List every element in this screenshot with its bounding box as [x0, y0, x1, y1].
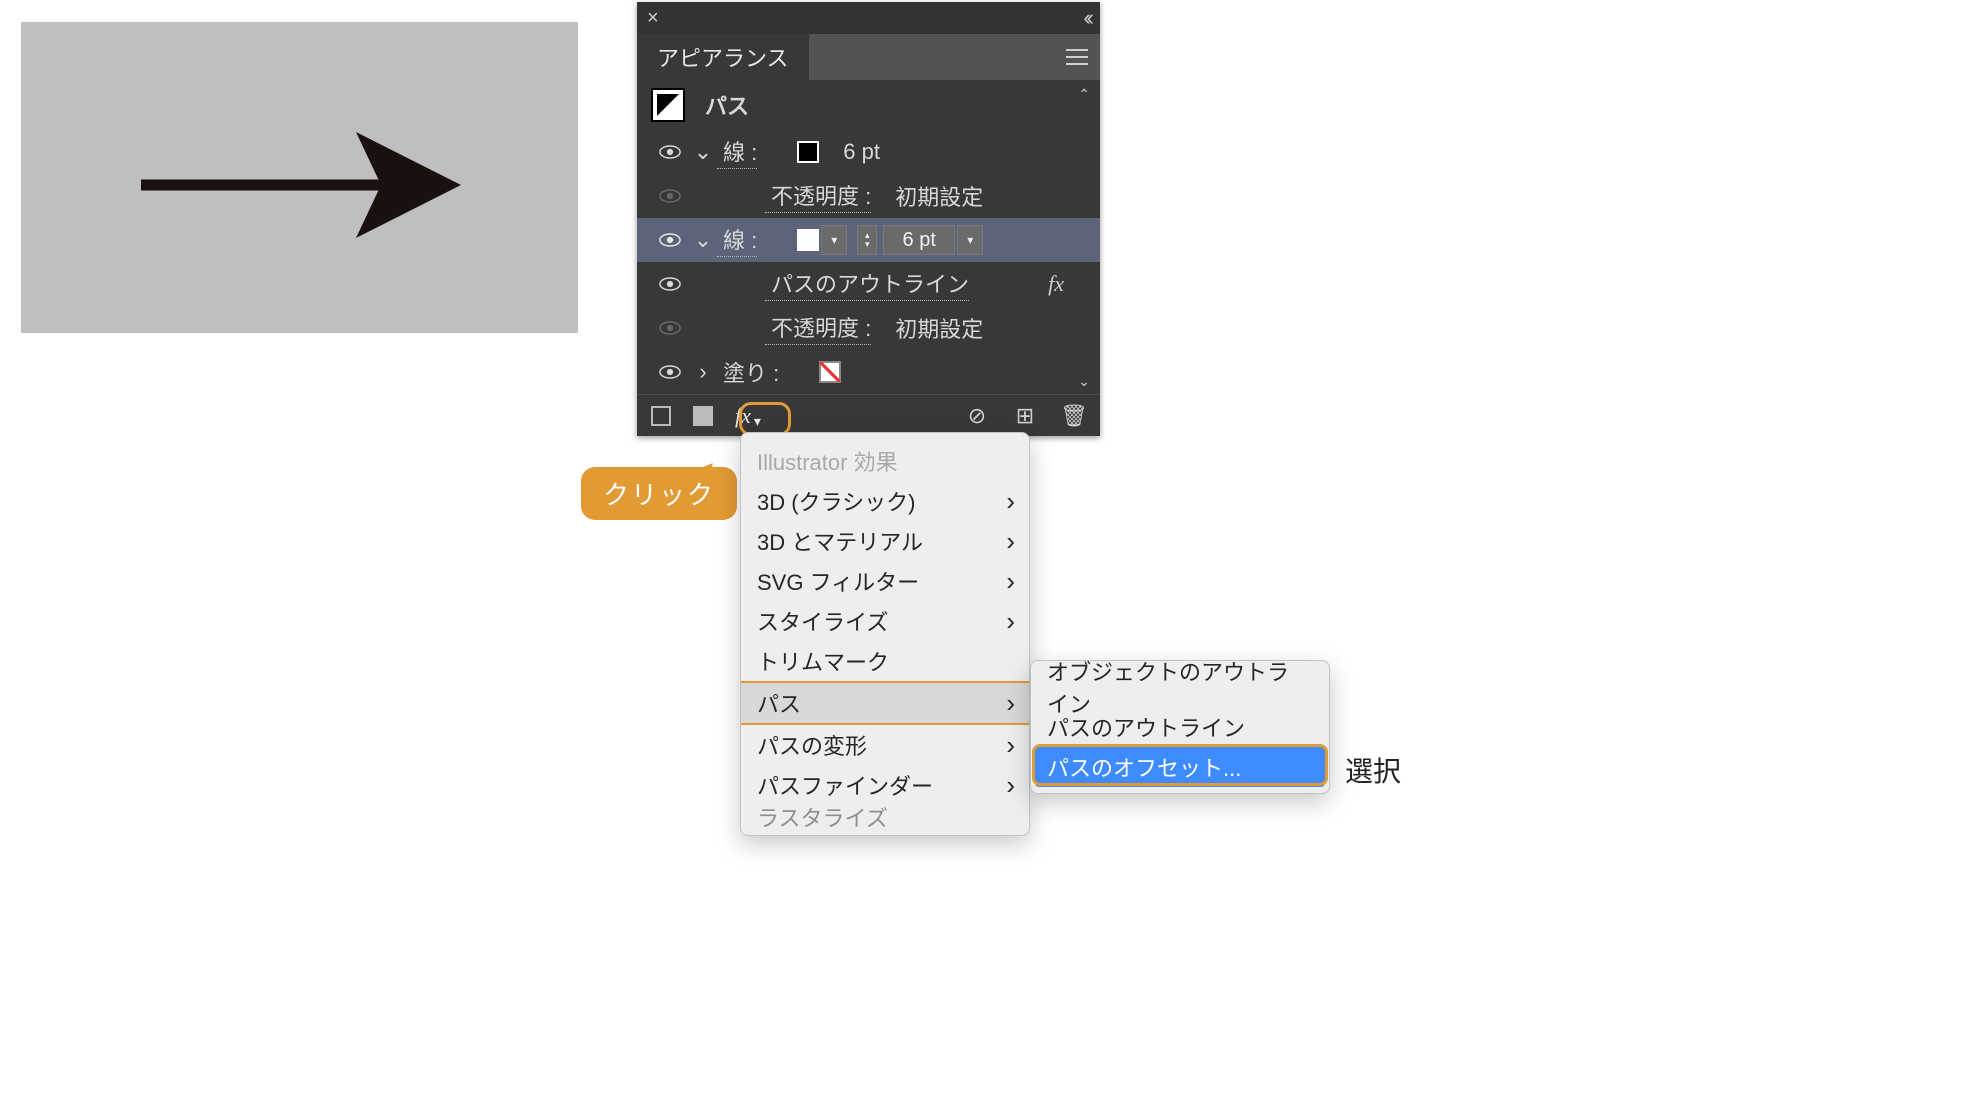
disclosure-icon[interactable]: ⌄: [689, 227, 717, 253]
artboard-preview: [21, 22, 578, 333]
appearance-panel: × ‹‹ アピアランス パス ⌃ ⌄ 線 : 6 pt: [637, 2, 1100, 436]
collapse-icon[interactable]: ‹‹: [1083, 5, 1090, 31]
tab-appearance[interactable]: アピアランス: [637, 34, 809, 80]
disclosure-icon[interactable]: ⌄: [689, 139, 717, 165]
row-value: 初期設定: [895, 312, 983, 344]
menu-item-pathfinder[interactable]: パスファインダー: [741, 765, 1029, 805]
new-art-has-basic-icon[interactable]: [693, 406, 713, 426]
clear-appearance-icon[interactable]: ⊘: [964, 403, 990, 429]
menu-item-rasterize[interactable]: ラスタライズ: [741, 805, 1029, 829]
submenu-item-object-outline[interactable]: オブジェクトのアウトライン: [1031, 667, 1329, 707]
annotation-label: 選択: [1345, 750, 1401, 790]
callout-label: クリック: [603, 480, 715, 510]
row-label: 線 :: [717, 223, 757, 257]
row-value: 初期設定: [895, 180, 983, 212]
visibility-icon[interactable]: [651, 189, 689, 203]
visibility-icon[interactable]: [651, 233, 689, 247]
stroke-swatch[interactable]: [797, 141, 819, 163]
visibility-icon[interactable]: [651, 321, 689, 335]
panel-menu-button[interactable]: [1054, 34, 1100, 80]
opacity-row-1[interactable]: 不透明度 : 初期設定: [637, 174, 1100, 218]
delete-item-icon[interactable]: 🗑: [1060, 403, 1086, 429]
row-label: 塗り :: [717, 356, 779, 388]
visibility-icon[interactable]: [651, 277, 689, 291]
visibility-icon[interactable]: [651, 365, 689, 379]
annotation-highlight: [1032, 744, 1328, 786]
duplicate-item-icon[interactable]: ⊞: [1012, 403, 1038, 429]
menu-item-stylize[interactable]: スタイライズ: [741, 601, 1029, 641]
menu-item-distort[interactable]: パスの変形: [741, 725, 1029, 765]
stroke-row-2[interactable]: ⌄ 線 : ▾ ▴▾ 6 pt ▾: [637, 218, 1100, 262]
menu-item-3d-material[interactable]: 3D とマテリアル: [741, 521, 1029, 561]
row-label: 不透明度 :: [765, 179, 871, 213]
row-label: 線 :: [717, 135, 757, 169]
swatch-dropdown[interactable]: ▾: [821, 225, 847, 255]
tab-label: アピアランス: [657, 41, 789, 73]
close-icon[interactable]: ×: [647, 9, 665, 27]
row-value: 6 pt: [843, 139, 880, 165]
effects-menu: Illustrator 効果 3D (クラシック) 3D とマテリアル SVG …: [740, 432, 1030, 836]
weight-dropdown[interactable]: ▾: [957, 225, 983, 255]
fx-icon: fx: [1048, 271, 1086, 297]
hamburger-icon: [1066, 56, 1088, 58]
object-row: パス ⌃: [637, 80, 1100, 130]
submenu-item-path-outline[interactable]: パスのアウトライン: [1031, 707, 1329, 747]
fill-swatch[interactable]: [819, 361, 841, 383]
scroll-down-icon[interactable]: ⌄: [1078, 373, 1090, 390]
fill-row[interactable]: › 塗り : ⌄: [637, 350, 1100, 394]
object-thumb-icon: [651, 88, 685, 122]
scroll-up-icon[interactable]: ⌃: [1078, 86, 1090, 103]
object-label: パス: [699, 89, 749, 121]
stroke-swatch[interactable]: [797, 229, 819, 251]
stroke-row-1[interactable]: ⌄ 線 : 6 pt: [637, 130, 1100, 174]
annotation-highlight: [739, 402, 791, 436]
menu-item-path[interactable]: パス: [741, 683, 1029, 723]
visibility-icon[interactable]: [651, 145, 689, 159]
opacity-row-2[interactable]: 不透明度 : 初期設定: [637, 306, 1100, 350]
stroke-weight-input[interactable]: 6 pt: [883, 225, 955, 255]
annotation-callout: クリック: [581, 467, 737, 520]
menu-item-svg-filter[interactable]: SVG フィルター: [741, 561, 1029, 601]
disclosure-icon[interactable]: ›: [689, 359, 717, 385]
panel-tabbar: アピアランス: [637, 34, 1100, 80]
arrow-shape-icon: [21, 22, 578, 333]
panel-footer: fx▾ ⊘ ⊞ 🗑: [637, 394, 1100, 436]
value-stepper[interactable]: ▴▾: [857, 225, 877, 255]
menu-header: Illustrator 効果: [741, 439, 1029, 481]
panel-topbar: × ‹‹: [637, 2, 1100, 34]
new-art-toggle-icon[interactable]: [651, 406, 671, 426]
row-label: 不透明度 :: [765, 311, 871, 345]
row-label: パスのアウトライン: [765, 267, 969, 301]
effect-row-outline[interactable]: パスのアウトライン fx: [637, 262, 1100, 306]
menu-item-3d-classic[interactable]: 3D (クラシック): [741, 481, 1029, 521]
menu-item-trim-marks[interactable]: トリムマーク: [741, 641, 1029, 681]
